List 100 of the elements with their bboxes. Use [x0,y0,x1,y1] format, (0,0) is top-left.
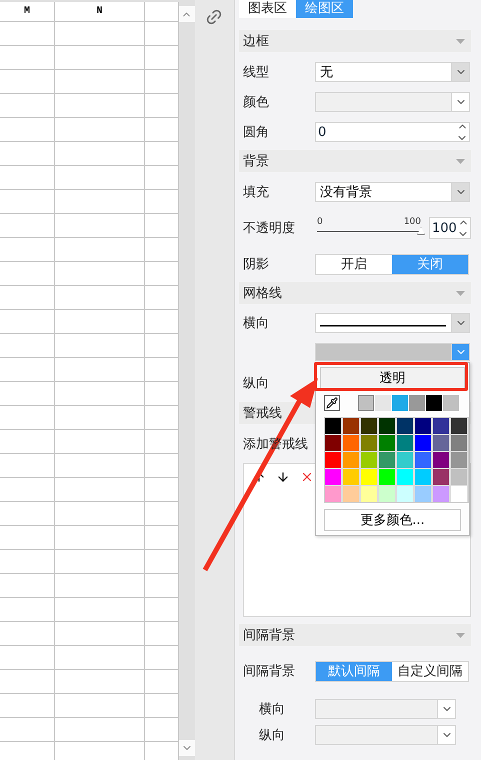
table-cell[interactable] [0,478,55,502]
color-swatch[interactable] [379,486,395,502]
color-swatch[interactable] [451,469,467,485]
table-cell[interactable] [0,190,55,214]
color-swatch[interactable] [392,395,408,411]
table-cell[interactable] [55,358,145,382]
more-colors-button[interactable]: 更多颜色... [324,509,461,531]
color-swatch[interactable] [415,435,431,451]
color-swatch[interactable] [361,435,377,451]
table-cell[interactable] [0,382,55,406]
table-cell[interactable] [0,454,55,478]
color-swatch[interactable] [433,469,449,485]
color-swatch[interactable] [397,452,413,468]
table-cell[interactable] [0,70,55,94]
table-cell[interactable] [55,118,145,142]
toggle-option[interactable]: 自定义间隔 [392,662,468,680]
table-cell[interactable] [55,262,145,286]
slider-thumb[interactable] [417,227,425,235]
color-swatch[interactable] [433,452,449,468]
table-cell[interactable] [55,334,145,358]
section-header[interactable]: 间隔背景 [239,624,471,646]
table-cell[interactable] [55,454,145,478]
color-swatch[interactable] [433,486,449,502]
color-swatch[interactable] [325,418,341,434]
color-swatch[interactable] [343,469,359,485]
color-swatch[interactable] [379,452,395,468]
table-cell[interactable] [55,574,145,598]
table-cell[interactable] [0,598,55,622]
color-swatch[interactable] [397,418,413,434]
color-swatch[interactable] [343,435,359,451]
color-swatch[interactable] [433,418,449,434]
table-cell[interactable] [0,430,55,454]
opacity-slider[interactable]: 0 100 [315,213,425,243]
color-swatch[interactable] [433,435,449,451]
table-cell[interactable] [0,406,55,430]
color-dropdown[interactable] [315,92,470,112]
color-swatch[interactable] [409,395,425,411]
scroll-up-button[interactable] [179,6,195,22]
table-cell[interactable] [0,214,55,238]
table-cell[interactable] [55,694,145,718]
table-cell[interactable] [0,94,55,118]
table-cell[interactable] [0,334,55,358]
color-swatch[interactable] [443,395,459,411]
table-cell[interactable] [0,526,55,550]
color-swatch[interactable] [426,395,442,411]
color-swatch[interactable] [397,486,413,502]
color-swatch[interactable] [325,435,341,451]
table-cell[interactable] [55,286,145,310]
color-swatch[interactable] [415,452,431,468]
color-swatch[interactable] [343,486,359,502]
table-cell[interactable] [0,670,55,694]
table-cell[interactable] [0,646,55,670]
table-cell[interactable] [55,166,145,190]
table-cell[interactable] [0,694,55,718]
delete-icon[interactable] [300,470,314,484]
number-field[interactable]: 100 [429,217,471,239]
color-swatch[interactable] [361,418,377,434]
table-cell[interactable] [55,214,145,238]
color-swatch[interactable] [415,469,431,485]
table-cell[interactable] [0,718,55,742]
table-cell[interactable] [0,22,55,46]
color-swatch[interactable] [325,486,341,502]
table-cell[interactable] [55,598,145,622]
table-cell[interactable] [0,358,55,382]
table-cell[interactable] [55,406,145,430]
table-cell[interactable] [55,526,145,550]
table-cell[interactable] [55,310,145,334]
color-swatch[interactable] [451,452,467,468]
table-cell[interactable] [55,622,145,646]
eyedropper-icon[interactable] [326,397,338,409]
color-swatch[interactable] [451,435,467,451]
dropdown[interactable]: 无 [315,62,470,82]
color-dropdown[interactable] [315,343,470,361]
color-swatch[interactable] [379,469,395,485]
table-cell[interactable] [0,46,55,70]
color-swatch[interactable] [361,469,377,485]
color-swatch[interactable] [361,452,377,468]
table-cell[interactable] [0,142,55,166]
section-header[interactable]: 边框 [239,30,471,52]
table-cell[interactable] [0,166,55,190]
section-header[interactable]: 背景 [239,150,471,172]
dropdown[interactable]: 没有背景 [315,182,470,202]
table-cell[interactable] [55,646,145,670]
color-swatch[interactable] [325,452,341,468]
section-header[interactable]: 网格线 [239,282,471,304]
table-cell[interactable] [0,238,55,262]
table-cell[interactable] [55,550,145,574]
line-style-dropdown[interactable] [315,313,470,333]
transparent-button[interactable]: 透明 [320,367,465,389]
color-swatch[interactable] [415,418,431,434]
color-swatch[interactable] [358,395,374,411]
table-cell[interactable] [0,310,55,334]
table-cell[interactable] [55,478,145,502]
color-swatch[interactable] [379,418,395,434]
table-cell[interactable] [55,70,145,94]
tab[interactable]: 图表区 [239,0,296,18]
table-cell[interactable] [55,430,145,454]
color-swatch[interactable] [451,418,467,434]
scroll-down-button[interactable] [179,740,195,756]
toggle-option[interactable]: 开启 [316,254,392,274]
